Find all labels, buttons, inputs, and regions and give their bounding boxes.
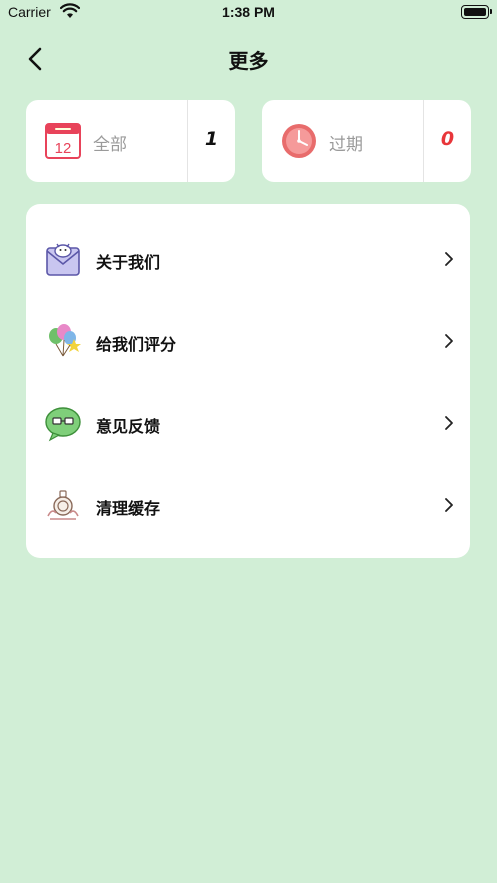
- stat-card-expired[interactable]: 过期 0: [262, 100, 471, 182]
- menu-item-label: 意见反馈: [96, 417, 161, 436]
- envelope-icon: [46, 243, 80, 276]
- status-time: 1:38 PM: [222, 4, 275, 20]
- menu-item-rate[interactable]: 给我们评分: [26, 300, 470, 382]
- balloons-icon: [49, 324, 81, 357]
- stat-count-expired: 0: [440, 128, 455, 150]
- chevron-right-icon: [445, 334, 453, 348]
- chat-bubble-icon: [45, 407, 81, 442]
- status-bar: Carrier 1:38 PM: [0, 0, 497, 26]
- calendar-icon: 12: [45, 123, 81, 159]
- menu-item-label: 关于我们: [96, 253, 161, 272]
- menu-card: 关于我们 给我们评分 意见反馈 清理缓存: [26, 204, 470, 558]
- pot-icon: [47, 490, 79, 520]
- stat-label-all: 全部: [93, 135, 127, 155]
- menu-item-label: 清理缓存: [96, 499, 161, 518]
- chevron-right-icon: [445, 252, 453, 266]
- menu-item-clear-cache[interactable]: 清理缓存: [26, 464, 470, 546]
- chevron-right-icon: [445, 416, 453, 430]
- menu-item-about[interactable]: 关于我们: [26, 218, 470, 300]
- stat-label-expired: 过期: [329, 135, 363, 155]
- menu-item-label: 给我们评分: [96, 335, 177, 354]
- page-title: 更多: [228, 49, 269, 73]
- stat-count-all: 1: [204, 128, 219, 150]
- nav-bar: 更多: [0, 36, 497, 80]
- menu-item-feedback[interactable]: 意见反馈: [26, 382, 470, 464]
- chevron-right-icon: [445, 498, 453, 512]
- svg-text:12: 12: [55, 140, 72, 157]
- stat-card-all[interactable]: 12 全部 1: [26, 100, 235, 182]
- clock-icon: [282, 124, 316, 158]
- battery-icon: [461, 5, 492, 19]
